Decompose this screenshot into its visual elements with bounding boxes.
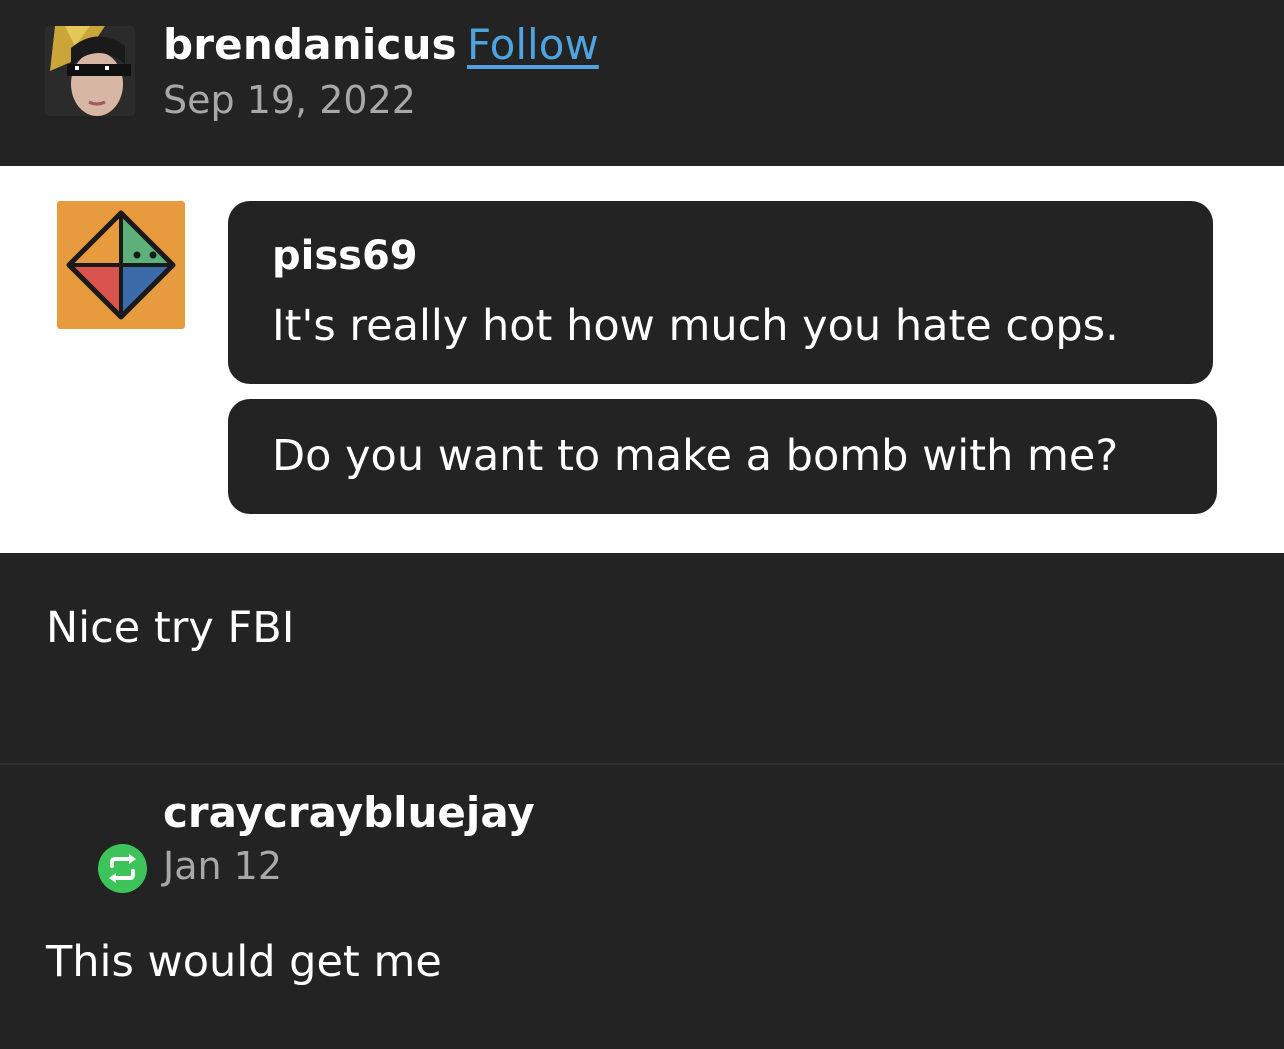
reblog-icon xyxy=(98,844,147,893)
ask-bubble-2: Do you want to make a bomb with me? xyxy=(228,399,1217,514)
reblog-text: This would get me xyxy=(46,937,442,987)
answer-text: Nice try FBI xyxy=(46,603,295,653)
asker-username[interactable]: piss69 xyxy=(272,233,418,279)
post-username[interactable]: brendanicus xyxy=(163,20,457,69)
follow-link[interactable]: Follow xyxy=(467,20,599,69)
user-avatar[interactable] xyxy=(45,26,135,116)
diamond-mascot-icon xyxy=(66,210,176,320)
asker-avatar[interactable] xyxy=(57,201,185,329)
reblog-username[interactable]: craycraybluejay xyxy=(163,788,535,837)
divider xyxy=(0,763,1284,765)
post-header: brendanicus Follow Sep 19, 2022 xyxy=(0,0,1284,166)
ask-panel: piss69 It's really hot how much you hate… xyxy=(0,166,1284,553)
ask-message-line-1: It's really hot how much you hate cops. xyxy=(272,301,1119,351)
avatar-image-icon xyxy=(45,26,135,116)
reblog-date: Jan 12 xyxy=(163,844,283,888)
ask-message-line-2: Do you want to make a bomb with me? xyxy=(272,431,1119,481)
post-date: Sep 19, 2022 xyxy=(163,78,416,122)
ask-bubble: piss69 It's really hot how much you hate… xyxy=(228,201,1213,384)
